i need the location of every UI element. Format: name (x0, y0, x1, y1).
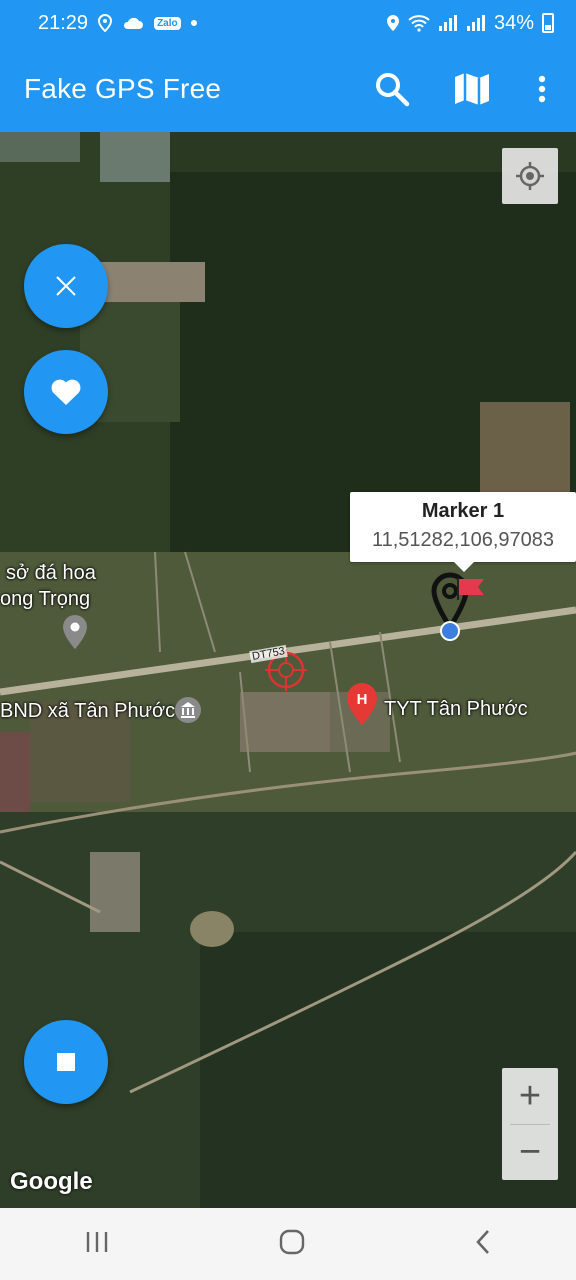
status-time: 21:29 (38, 11, 89, 34)
notification-dot-icon (190, 20, 197, 26)
close-button[interactable] (24, 244, 108, 328)
recent-apps-icon (86, 1231, 108, 1252)
marker-coordinates: 11,51282,106,97083 (371, 529, 555, 551)
poi-label: BND xã Tân Phước (0, 700, 176, 722)
more-vert-icon (538, 75, 546, 103)
map-type-button[interactable] (452, 69, 492, 109)
zoom-controls: + − (502, 1068, 558, 1180)
search-button[interactable] (372, 69, 412, 109)
more-options-button[interactable] (532, 69, 552, 109)
marker-title: Marker 1 (421, 500, 505, 522)
battery-icon (542, 13, 554, 33)
home-icon (279, 1229, 305, 1254)
poi-label: sở đá hoa (6, 562, 96, 584)
app-bar: Fake GPS Free (0, 46, 576, 132)
poi-label: ong Trọng (0, 588, 91, 610)
status-bar: 21:29 Zalo 34% (0, 0, 576, 46)
my-location-icon (516, 162, 544, 190)
location-status-icon (98, 14, 113, 32)
poi-label: TYT Tân Phước (384, 698, 528, 720)
search-icon (376, 73, 410, 107)
government-building-icon (175, 697, 201, 723)
stop-button[interactable] (24, 1020, 108, 1104)
zoom-in-button[interactable]: + (502, 1068, 558, 1124)
google-attribution: Google (10, 1168, 93, 1195)
recent-apps-button[interactable] (85, 1231, 109, 1258)
current-position-dot (440, 621, 460, 641)
stop-icon (57, 1053, 75, 1071)
zalo-icon: Zalo (154, 16, 181, 30)
marker-info-window[interactable]: Marker 1 11,51282,106,97083 (350, 492, 576, 572)
heart-icon (51, 379, 81, 405)
signal-icon (466, 15, 485, 31)
close-icon (56, 276, 76, 296)
home-button[interactable] (279, 1229, 305, 1260)
location-status-icon (386, 15, 399, 31)
flag-icon (457, 578, 484, 600)
hospital-pin-icon: H (347, 683, 377, 725)
app-title: Fake GPS Free (24, 73, 222, 104)
svg-text:H: H (357, 691, 368, 708)
cloud-icon (124, 17, 144, 29)
map-icon (455, 73, 489, 107)
signal-icon (438, 15, 457, 31)
back-icon (476, 1229, 489, 1254)
wifi-icon (408, 15, 430, 32)
system-nav-bar (0, 1208, 576, 1280)
back-button[interactable] (475, 1229, 491, 1260)
zoom-out-button[interactable]: − (502, 1125, 558, 1180)
favorite-button[interactable] (24, 350, 108, 434)
map-view[interactable]: Marker 1 11,51282,106,97083 DT753 sở đá … (0, 132, 576, 1208)
battery-percent: 34% (493, 11, 534, 34)
place-pin-icon (63, 615, 87, 649)
my-location-button[interactable] (502, 148, 558, 204)
